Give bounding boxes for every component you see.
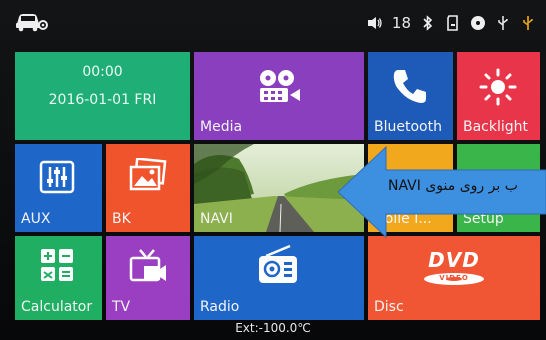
film-projector-icon — [260, 70, 300, 102]
bluetooth-tile[interactable]: Bluetooth — [368, 52, 453, 140]
calculator-tile[interactable]: Calculator — [15, 236, 102, 320]
tv-label: TV — [112, 299, 131, 315]
clock-tile[interactable]: 00:00 2016-01-01 FRI — [15, 52, 190, 140]
calculator-label: Calculator — [21, 299, 93, 315]
radio-icon — [259, 244, 297, 283]
bluetooth-icon — [423, 15, 433, 31]
aux-tile[interactable]: AUX — [15, 144, 102, 232]
disc-icon — [471, 16, 485, 30]
usb-icon — [498, 16, 508, 30]
brightness-icon — [479, 68, 517, 106]
dvd-logo-text: DVD — [428, 248, 480, 272]
tv-icon — [129, 249, 166, 282]
clock-time: 00:00 — [82, 64, 123, 80]
bluetooth-label: Bluetooth — [374, 119, 442, 135]
radio-label: Radio — [200, 299, 240, 315]
equalizer-icon — [39, 160, 75, 194]
media-label: Media — [200, 119, 243, 135]
volume-level: 18 — [391, 14, 411, 32]
media-tile[interactable]: Media — [194, 52, 364, 140]
backlight-tile[interactable]: Backlight — [457, 52, 540, 140]
aux-label: AUX — [21, 211, 51, 227]
backlight-label: Backlight — [463, 119, 529, 135]
external-temperature: Ext:-100.0℃ — [235, 321, 311, 335]
status-bar: 18 — [0, 0, 546, 44]
status-indicators: 18 — [367, 12, 536, 34]
tv-tile[interactable]: TV — [106, 236, 190, 320]
sd-card-icon — [447, 15, 458, 31]
phone-handset-icon — [393, 70, 426, 103]
navi-label: NAVI — [200, 211, 233, 227]
usb-active-icon — [523, 16, 533, 30]
disc-tile[interactable]: DVD VIDEO Disc — [368, 236, 540, 320]
head-unit-screen: 18 00:00 2016-01-01 FRI Media Bluetooth … — [0, 0, 546, 340]
disc-label: Disc — [374, 299, 404, 315]
callout-text: ب بر روی منوی NAVI — [388, 178, 518, 194]
bk-label: BK — [112, 211, 131, 227]
car-settings-icon[interactable] — [14, 10, 48, 32]
radio-tile[interactable]: Radio — [194, 236, 364, 320]
bk-tile[interactable]: BK — [106, 144, 190, 232]
clock-date: 2016-01-01 FRI — [48, 92, 157, 108]
pictures-icon — [129, 158, 167, 191]
volume-icon[interactable] — [367, 15, 383, 31]
calculator-icon — [41, 249, 73, 281]
dvd-video-subtext: VIDEO — [439, 274, 469, 282]
